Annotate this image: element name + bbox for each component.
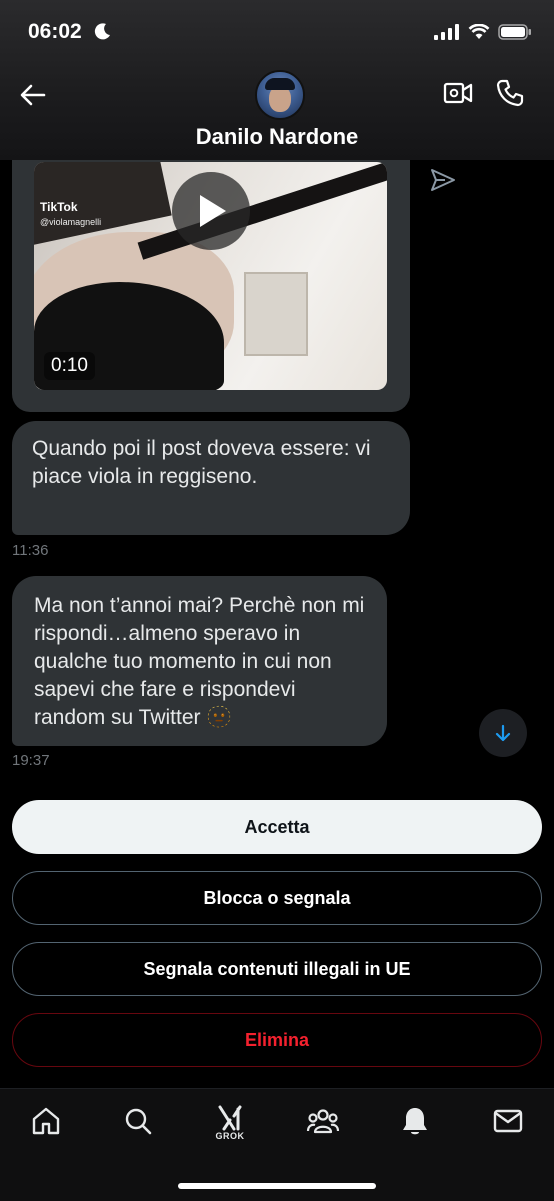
- play-icon: [200, 195, 226, 227]
- message-bubble[interactable]: Quando poi il post doveva essere: vi pia…: [12, 421, 410, 535]
- message-text: Quando poi il post doveva essere: vi pia…: [32, 437, 371, 488]
- nav-communities[interactable]: [305, 1105, 341, 1145]
- avatar-cap: [265, 78, 295, 90]
- scroll-to-bottom-button[interactable]: [479, 709, 527, 757]
- contact-name[interactable]: Danilo Nardone: [0, 124, 554, 150]
- message-text: Ma non t’annoi mai? Perchè non mi rispon…: [34, 594, 365, 729]
- phone-call-icon[interactable]: [496, 79, 524, 107]
- nav-notifications[interactable]: [397, 1105, 433, 1145]
- message-bubble[interactable]: Ma non t’annoi mai? Perchè non mi rispon…: [12, 576, 387, 746]
- message-timestamp: 19:37: [12, 752, 50, 769]
- message-timestamp: 11:36: [12, 542, 49, 559]
- status-bar: 06:02: [0, 0, 554, 64]
- home-indicator[interactable]: [178, 1183, 376, 1189]
- moon-icon: [94, 23, 110, 40]
- video-thumbnail[interactable]: TikTok @violamagnelli 0:10: [34, 162, 387, 390]
- nav-home[interactable]: [28, 1105, 64, 1145]
- battery-icon: [498, 24, 531, 40]
- play-button[interactable]: [172, 172, 250, 250]
- arrow-down-icon: [495, 724, 511, 742]
- report-illegal-content-button[interactable]: Segnala contenuti illegali in UE: [12, 942, 542, 996]
- share-send-icon[interactable]: [430, 168, 456, 192]
- video-call-icon[interactable]: [443, 80, 473, 106]
- bell-icon: [403, 1108, 427, 1135]
- back-arrow-icon[interactable]: [18, 80, 48, 110]
- nav-search[interactable]: [120, 1105, 156, 1145]
- mail-icon: [493, 1109, 523, 1133]
- block-or-report-button[interactable]: Blocca o segnala: [12, 871, 542, 925]
- video-duration: 0:10: [44, 352, 95, 380]
- communities-icon: [306, 1109, 340, 1134]
- grok-icon: [218, 1105, 242, 1131]
- status-indicators: [434, 24, 532, 40]
- grok-label: GROK: [215, 1131, 245, 1141]
- contact-avatar[interactable]: [255, 70, 305, 120]
- nav-messages[interactable]: [490, 1105, 526, 1145]
- cellular-signal-icon: [434, 24, 459, 40]
- media-message-bubble: TikTok @violamagnelli 0:10: [12, 150, 410, 412]
- search-icon: [125, 1108, 152, 1135]
- delete-button[interactable]: Elimina: [12, 1013, 542, 1067]
- home-icon: [32, 1107, 60, 1135]
- accept-button[interactable]: Accetta: [12, 800, 542, 854]
- nav-grok[interactable]: GROK: [212, 1105, 248, 1145]
- tiktok-watermark-user: @violamagnelli: [40, 217, 102, 227]
- wifi-icon: [468, 24, 490, 39]
- status-time: 06:02: [28, 20, 82, 43]
- tiktok-watermark-logo: TikTok: [40, 200, 78, 214]
